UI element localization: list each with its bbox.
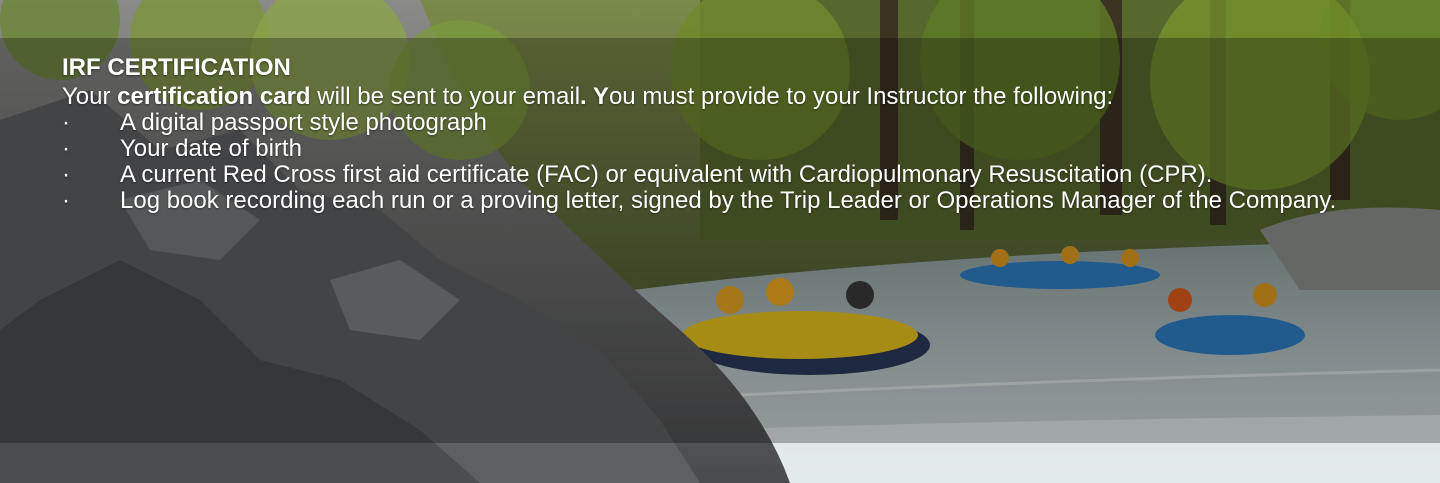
intro-paragraph: Your certification card will be sent to …: [62, 84, 1352, 110]
requirement-text: Log book recording each run or a proving…: [120, 187, 1337, 214]
intro-text-3: ou must provide to your Instructor the f…: [608, 83, 1114, 110]
intro-bold-2: . Y: [580, 83, 609, 110]
list-item: · Your date of birth: [62, 136, 1352, 162]
intro-bold-1: certification card: [117, 83, 311, 110]
intro-text-2: will be sent to your email: [310, 83, 581, 110]
requirement-text: A current Red Cross first aid certificat…: [120, 161, 1213, 188]
middle-dot-bullet-icon: ·: [62, 161, 70, 188]
requirement-text: A digital passport style photograph: [120, 109, 487, 136]
certification-banner: IRF CERTIFICATION Your certification car…: [0, 0, 1440, 483]
list-item: · A digital passport style photograph: [62, 110, 1352, 136]
list-item: · Log book recording each run or a provin…: [62, 188, 1352, 214]
requirement-text: Your date of birth: [120, 135, 302, 162]
middle-dot-bullet-icon: ·: [62, 187, 70, 214]
section-title: IRF CERTIFICATION: [62, 54, 291, 81]
certification-content: IRF CERTIFICATION Your certification car…: [62, 54, 1352, 214]
intro-text-1: Your: [62, 83, 118, 110]
requirements-list: · A digital passport style photograph · Yo…: [62, 110, 1352, 214]
middle-dot-bullet-icon: ·: [62, 135, 70, 162]
list-item: · A current Red Cross first aid certifica…: [62, 162, 1352, 188]
middle-dot-bullet-icon: ·: [62, 109, 70, 136]
